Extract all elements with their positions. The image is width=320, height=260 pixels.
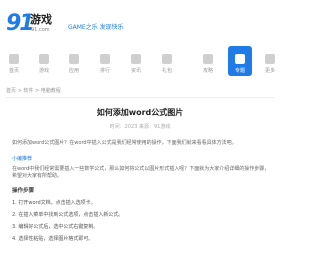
nav-label: 攻略 (202, 68, 213, 74)
nav-label: 排行 (99, 68, 110, 74)
gift-icon (162, 54, 172, 64)
article-body: 在word中我们经常需要插入一些数学公式，那么如何将公式以图片形式插入呢？下面就… (12, 166, 270, 179)
step-item: 4. 选择性粘贴，选择图片格式即可。 (12, 236, 94, 242)
gamepad-icon (39, 54, 49, 64)
site-header: 91 游戏 91.com GAME之乐 发现快乐 (0, 0, 280, 46)
nav-label: 游戏 (38, 68, 49, 74)
apps-icon (69, 54, 79, 64)
nav-item-games[interactable]: 游戏 (32, 46, 56, 80)
site-slogan: GAME之乐 发现快乐 (68, 24, 124, 31)
main-nav: 首页 游戏 应用 排行 资讯 礼包 攻略 专题 更多 (0, 46, 280, 80)
step-item: 1. 打开word文档，点击插入选项卡。 (12, 200, 96, 206)
nav-label: 礼包 (161, 68, 172, 74)
more-icon (265, 54, 275, 64)
logo-sub: 91.com (31, 27, 50, 33)
nav-item-more[interactable]: 更多 (258, 46, 282, 80)
article-intro: 如何添加word公式图片？在word中插入公式是我们经常使用的操作，下面我们就来… (12, 140, 237, 146)
news-icon (131, 54, 141, 64)
nav-label: 首页 (8, 68, 19, 74)
topic-icon (235, 54, 245, 64)
book-icon (203, 54, 213, 64)
nav-item-gifts[interactable]: 礼包 (155, 46, 179, 80)
nav-label: 更多 (264, 68, 275, 74)
home-icon (9, 54, 19, 64)
breadcrumb[interactable]: 首页 > 软件 > 电脑教程 (6, 88, 61, 94)
nav-item-guides[interactable]: 攻略 (196, 46, 220, 80)
article-title: 如何添加word公式图片 (96, 108, 184, 117)
logo-word: 游戏 (30, 13, 52, 26)
ranking-icon (100, 54, 110, 64)
step-item: 2. 在插入菜单中找到公式选项，点击插入新公式。 (12, 212, 124, 218)
nav-item-topics[interactable]: 专题 (228, 46, 252, 76)
section-heading: 操作步骤 (12, 188, 35, 194)
step-item: 3. 编辑好公式后，选中公式右键复制。 (12, 224, 99, 230)
nav-label: 专题 (234, 68, 245, 74)
nav-item-apps[interactable]: 应用 (62, 46, 86, 80)
nav-label: 应用 (68, 68, 79, 74)
divider (6, 97, 274, 98)
recommend-link[interactable]: 小编推荐 (12, 156, 272, 163)
nav-item-ranking[interactable]: 排行 (93, 46, 117, 80)
site-logo[interactable]: 91 游戏 91.com (6, 12, 66, 38)
nav-item-home[interactable]: 首页 (2, 46, 26, 80)
logo-mark: 91 (6, 11, 35, 36)
article-meta: 时间：2023 来源：91游戏 (109, 124, 171, 130)
nav-item-news[interactable]: 资讯 (124, 46, 148, 80)
nav-label: 资讯 (130, 68, 141, 74)
